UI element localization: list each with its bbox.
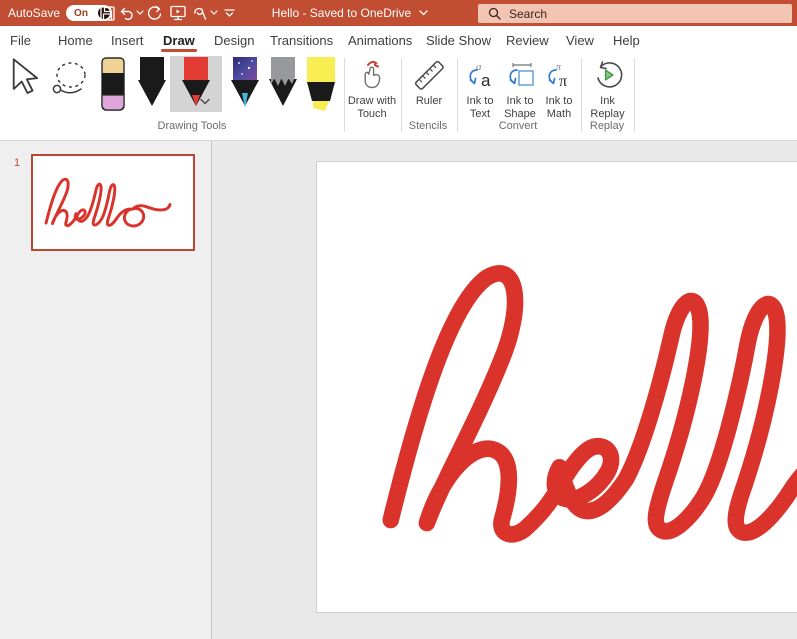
group-label-drawing-tools: Drawing Tools xyxy=(130,120,254,132)
ink-to-text-icon: a a xyxy=(466,60,496,90)
pen-black-icon[interactable] xyxy=(135,57,169,111)
search-icon xyxy=(488,7,501,20)
chevron-down-icon xyxy=(210,10,218,16)
undo-button[interactable] xyxy=(119,0,135,26)
ribbon-tabs: File Home Insert Draw Design Transitions… xyxy=(0,26,797,55)
svg-text:π: π xyxy=(556,62,562,73)
ruler-label: Ruler xyxy=(404,95,454,108)
chevron-down-icon xyxy=(136,10,144,16)
search-placeholder: Search xyxy=(509,7,547,21)
ink-to-math-label-1: Ink to xyxy=(539,95,579,108)
tab-insert[interactable]: Insert xyxy=(111,26,144,55)
svg-text:a: a xyxy=(481,71,491,90)
slide-canvas[interactable]: hello xyxy=(316,161,797,613)
document-title: Hello - Saved to OneDrive xyxy=(250,0,450,26)
ink-to-shape-icon xyxy=(506,60,536,90)
save-button[interactable] xyxy=(99,0,116,26)
tab-slide-show[interactable]: Slide Show xyxy=(426,26,491,55)
save-icon xyxy=(99,5,116,22)
search-input[interactable]: Search xyxy=(478,4,792,23)
select-tool-icon[interactable] xyxy=(8,58,40,96)
group-label-convert: Convert xyxy=(478,120,558,132)
tab-review[interactable]: Review xyxy=(506,26,549,55)
draw-with-touch-icon xyxy=(358,59,386,91)
draw-with-touch-label-1: Draw with xyxy=(346,95,398,108)
pencil-icon[interactable] xyxy=(266,57,300,111)
tab-help[interactable]: Help xyxy=(613,26,640,55)
slides-panel[interactable]: 1 xyxy=(0,141,212,639)
pen-galaxy-icon[interactable] xyxy=(228,57,262,111)
ruler-icon xyxy=(413,59,445,91)
autosave-toggle[interactable]: AutoSave On xyxy=(8,0,112,26)
undo-dropdown[interactable] xyxy=(136,0,144,26)
present-from-beginning-icon xyxy=(169,4,187,22)
customize-toolbar-button[interactable] xyxy=(223,0,236,26)
svg-text:π: π xyxy=(559,73,567,90)
ink-to-shape-label-1: Ink to xyxy=(499,95,541,108)
lasso-select-icon[interactable] xyxy=(47,60,93,100)
group-divider xyxy=(344,58,345,132)
highlighter-icon[interactable] xyxy=(303,57,339,111)
pen-options-chevron-icon[interactable] xyxy=(199,98,211,106)
document-title-text: Hello - Saved to OneDrive xyxy=(272,6,411,20)
touch-draw-dropdown[interactable] xyxy=(210,0,218,26)
tab-home[interactable]: Home xyxy=(58,26,93,55)
slide-editing-area[interactable]: hello xyxy=(212,141,797,639)
slide-number: 1 xyxy=(14,157,20,169)
autosave-label: AutoSave xyxy=(8,6,60,20)
thumbnail-ink-hello xyxy=(38,166,188,241)
ink-replay-icon xyxy=(593,60,623,90)
eraser-icon[interactable] xyxy=(101,57,125,111)
tab-animations[interactable]: Animations xyxy=(348,26,412,55)
titlebar: AutoSave On xyxy=(0,0,797,26)
tab-file[interactable]: File xyxy=(10,26,31,55)
slide-thumbnail[interactable] xyxy=(31,154,195,251)
customize-toolbar-icon xyxy=(223,7,236,19)
draw-with-touch-button[interactable]: Draw with Touch xyxy=(346,57,398,135)
group-label-replay: Replay xyxy=(577,120,637,132)
chevron-down-icon[interactable] xyxy=(419,10,428,16)
tab-design[interactable]: Design xyxy=(214,26,254,55)
redo-icon xyxy=(146,5,163,22)
autosave-state-label: On xyxy=(74,8,88,19)
present-from-beginning-button[interactable] xyxy=(169,0,187,26)
draw-with-touch-label-2: Touch xyxy=(346,108,398,121)
powerpoint-window: AutoSave On xyxy=(0,0,797,639)
tab-view[interactable]: View xyxy=(566,26,594,55)
touch-draw-icon xyxy=(192,5,208,22)
group-label-stencils: Stencils xyxy=(398,120,458,132)
undo-icon xyxy=(119,5,135,22)
tab-transitions[interactable]: Transitions xyxy=(270,26,333,55)
ink-replay-label-1: Ink xyxy=(584,95,631,108)
workspace: 1 hello xyxy=(0,141,797,639)
redo-button[interactable] xyxy=(146,0,163,26)
ink-to-text-label-1: Ink to xyxy=(459,95,501,108)
ink-text: hello xyxy=(317,162,318,163)
ribbon-draw: Draw with Touch Ruler a a xyxy=(0,55,797,141)
tab-draw[interactable]: Draw xyxy=(163,26,195,55)
ink-hello-drawing xyxy=(345,199,797,613)
ink-to-math-icon: π π xyxy=(545,60,575,90)
touch-draw-button[interactable] xyxy=(192,0,208,26)
